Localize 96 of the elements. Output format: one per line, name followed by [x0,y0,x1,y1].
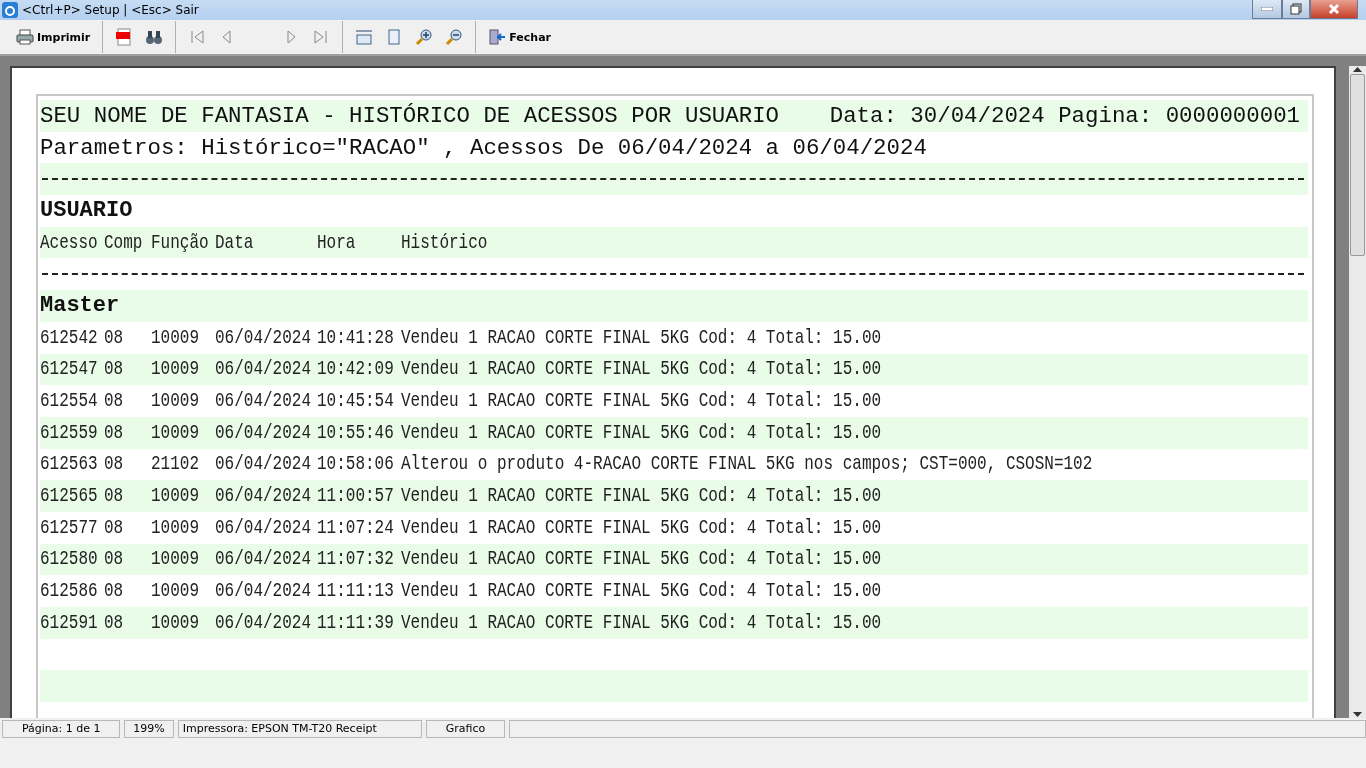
column-header: Hora [317,230,357,255]
zoom-in-icon [415,28,434,46]
report-cell: Vendeu 1 RACAO CORTE FINAL 5KG Cod: 4 Total: 15.00 [401,357,882,382]
report-cell-text: 10009 [151,611,200,635]
report-cell-text: 11:00:57 [317,484,395,508]
report-cell-text: 10:58:06 [317,452,395,477]
report-cell-text: 06/04/2024 [215,325,312,350]
binoculars-icon [145,28,164,46]
exit-door-icon [488,28,507,46]
page-width-icon [355,28,374,46]
report-cell: Vendeu 1 RACAO CORTE FINAL 5KG Cod: 4 Total: 15.00 [401,325,882,350]
report-cell-text: 10009 [151,484,200,508]
restore-button[interactable] [1282,0,1310,19]
report-cell-text: 08 [104,516,125,540]
report-cell-text: 612563 [40,452,99,477]
scroll-thumb[interactable] [1350,74,1366,256]
report-cell-text: 612547 [40,357,99,382]
report-cell-text: 06/04/2024 [215,611,312,635]
report-cell-text: 10009 [151,421,200,445]
print-button[interactable]: Imprimir [10,22,97,52]
report-cell-text: 08 [104,357,125,382]
report-cell-text: 11:11:13 [317,579,395,603]
restore-icon [1290,3,1302,15]
report-cell-text: 11:07:24 [317,516,395,540]
column-header: Comp [104,230,144,255]
column-header: Histórico [401,230,488,255]
report-cell-text: 21102 [151,452,200,477]
report-cell-text: 612577 [40,516,99,540]
report-cell-text: 08 [104,325,125,350]
report-cell-text: 06/04/2024 [215,421,312,445]
report-cell-text: 612554 [40,389,99,413]
report-cell: Vendeu 1 RACAO CORTE FINAL 5KG Cod: 4 Total: 15.00 [401,611,882,635]
close-report-button[interactable]: Fechar [482,22,557,52]
minimize-button[interactable] [1252,0,1282,19]
report-cell-text: 06/04/2024 [215,547,312,572]
report-cell-text: 08 [104,579,125,603]
report-cell-text: 06/04/2024 [215,516,312,540]
report-cell-text: 612580 [40,547,99,572]
app-icon [2,2,18,18]
report-cell-text: 08 [104,484,125,508]
report-date-page: Data: 30/04/2024 Pagina: 0000000001 [829,102,1300,129]
report-cell-text: 10:41:28 [317,325,395,350]
report-cell-text: 612565 [40,484,99,508]
group-heading: Master [40,293,120,319]
close-icon [1328,3,1340,15]
report-cell-text: 10009 [151,325,200,350]
report-cell-text: 10009 [151,579,200,603]
report-cell-text: 10:55:46 [317,421,395,445]
report-cell-text: 10:45:54 [317,389,395,413]
report-cell-text: 612586 [40,579,99,603]
report-cell-text: 10009 [151,357,200,382]
report-cell-text: 11:11:39 [317,611,395,635]
status-field: Impressora: EPSON TM-T20 Receipt [177,720,423,738]
report-cell-text: 06/04/2024 [215,389,312,413]
report-cell: Vendeu 1 RACAO CORTE FINAL 5KG Cod: 4 Total: 15.00 [401,484,882,508]
window-title: <Ctrl+P> Setup | <Esc> Sair [22,3,199,17]
report-cell-text: 11:07:32 [317,547,395,572]
status-field: Grafico [426,720,506,738]
report-cell-text: 08 [104,611,125,635]
scroll-down-icon[interactable] [1353,712,1363,718]
minimize-icon [1261,7,1273,11]
report-cell-text: 06/04/2024 [215,357,312,382]
report-cell: Vendeu 1 RACAO CORTE FINAL 5KG Cod: 4 Total: 15.00 [401,547,882,572]
close-button[interactable] [1310,0,1358,19]
report-cell: Vendeu 1 RACAO CORTE FINAL 5KG Cod: 4 Total: 15.00 [401,421,882,445]
report-cell-text: 10009 [151,516,200,540]
report-cell-text: 612542 [40,325,99,350]
scroll-up-icon[interactable] [1353,66,1363,72]
report-cell-text: 10009 [151,547,200,572]
report-cell-text: 08 [104,389,125,413]
report-cell-text: 08 [104,421,125,445]
section-heading: USUARIO [40,198,133,224]
report-cell: Vendeu 1 RACAO CORTE FINAL 5KG Cod: 4 Total: 15.00 [401,516,882,540]
status-field: Página: 1 de 1 [2,720,121,738]
report-cell-text: 06/04/2024 [215,484,312,508]
report-cell-text: 10:42:09 [317,357,395,382]
report-title: SEU NOME DE FANTASIA - HISTÓRICO DE ACESSOS POR USUARIO [40,102,779,129]
pdf-icon [115,28,134,46]
report-cell-text: 06/04/2024 [215,579,312,603]
zoom-out-icon [445,28,464,46]
report-cell-text: 612591 [40,611,99,635]
column-header: Acesso [40,230,99,255]
report-cell-text: 06/04/2024 [215,452,312,477]
report-cell-text: 08 [104,452,125,477]
report-cell: Alterou o produto 4-RACAO CORTE FINAL 5KG nos campos; CST=000, CSOSN=102 [401,452,1093,477]
report-cell: Vendeu 1 RACAO CORTE FINAL 5KG Cod: 4 Total: 15.00 [401,579,882,603]
report-cell: Vendeu 1 RACAO CORTE FINAL 5KG Cod: 4 Total: 15.00 [401,389,882,413]
report-cell-text: 08 [104,547,125,572]
report-parameters: Parametros: Histórico="RACAO" , Acessos De 06/04/2024 a 06/04/2024 [40,134,927,161]
printer-icon [16,28,34,46]
report-cell-text: 612559 [40,421,99,445]
column-header: Função [151,230,210,255]
status-field: 199% [124,720,174,738]
column-header: Data [215,230,255,255]
first-page-icon [188,28,207,46]
report-cell-text: 10009 [151,389,200,413]
